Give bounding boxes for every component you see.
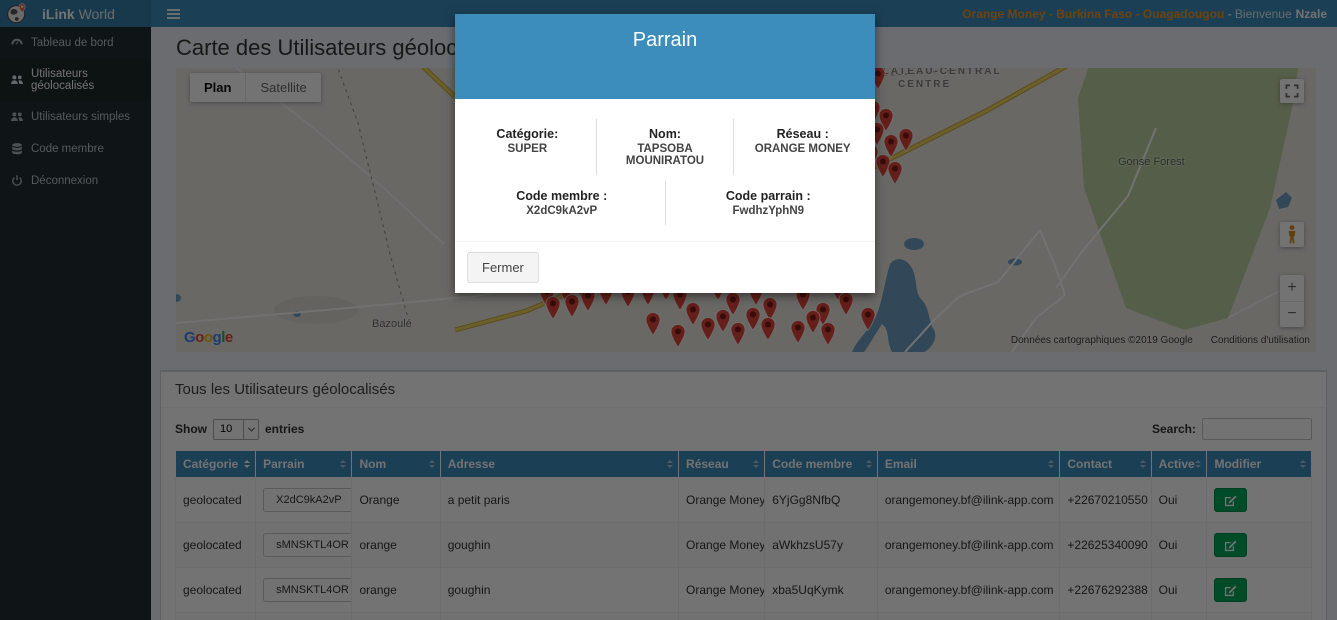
modal-header: Parrain [455, 14, 875, 99]
modal-field-categorie: Catégorie: SUPER [459, 119, 597, 175]
field-value: ORANGE MONEY [740, 143, 865, 155]
field-value: FwdhzYphN9 [672, 205, 866, 217]
modal-body: Catégorie: SUPER Nom: TAPSOBA MOUNIRATOU… [455, 99, 875, 241]
field-label: Catégorie: [465, 127, 590, 141]
field-label: Code parrain : [672, 189, 866, 203]
modal-field-code-membre: Code membre : X2dC9kA2vP [459, 181, 666, 225]
field-label: Réseau : [740, 127, 865, 141]
modal-field-reseau: Réseau : ORANGE MONEY [734, 119, 871, 175]
close-modal-button[interactable]: Fermer [467, 252, 539, 283]
modal-field-code-parrain: Code parrain : FwdhzYphN9 [666, 181, 872, 225]
modal-field-nom: Nom: TAPSOBA MOUNIRATOU [597, 119, 735, 175]
field-label: Nom: [603, 127, 728, 141]
modal-title: Parrain [455, 29, 875, 52]
modal-footer: Fermer [455, 241, 875, 293]
parrain-modal: Parrain Catégorie: SUPER Nom: TAPSOBA MO… [455, 14, 875, 293]
field-value: TAPSOBA MOUNIRATOU [603, 143, 728, 167]
field-value: SUPER [465, 143, 590, 155]
field-value: X2dC9kA2vP [465, 205, 659, 217]
field-label: Code membre : [465, 189, 659, 203]
